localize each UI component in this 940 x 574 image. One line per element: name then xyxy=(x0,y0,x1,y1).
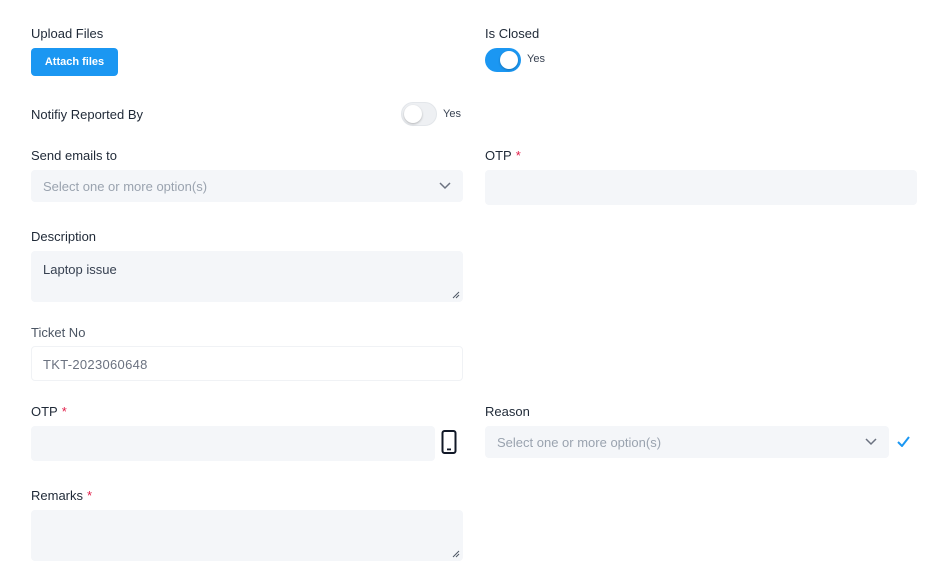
resize-handle-icon[interactable] xyxy=(452,291,460,299)
ticket-no-field: TKT-2023060648 xyxy=(31,346,463,381)
chevron-down-icon xyxy=(865,438,877,446)
remarks-label-row: Remarks * xyxy=(31,488,92,504)
send-emails-select[interactable]: Select one or more option(s) xyxy=(31,170,463,202)
chevron-down-icon xyxy=(439,182,451,190)
required-marker: * xyxy=(515,148,521,163)
notify-reported-by-label: Notifiy Reported By xyxy=(31,107,143,122)
remarks-textarea[interactable] xyxy=(31,510,463,561)
mobile-phone-icon[interactable] xyxy=(441,430,457,454)
notify-toggle-label: Yes xyxy=(443,108,461,120)
reason-select[interactable]: Select one or more option(s) xyxy=(485,426,889,458)
ticket-no-label: Ticket No xyxy=(31,325,86,340)
is-closed-label: Is Closed xyxy=(485,26,540,41)
otp-bottom-label-row: OTP * xyxy=(31,404,67,420)
toggle-knob xyxy=(404,105,422,123)
resize-handle-icon[interactable] xyxy=(452,550,460,558)
otp-bottom-input[interactable] xyxy=(31,426,435,461)
is-closed-toggle-label: Yes xyxy=(527,53,545,65)
send-emails-label: Send emails to xyxy=(31,148,117,163)
required-marker: * xyxy=(87,488,93,503)
reason-placeholder: Select one or more option(s) xyxy=(497,435,662,450)
otp-top-label-row: OTP * xyxy=(485,148,521,164)
description-textarea[interactable]: Laptop issue xyxy=(31,251,463,302)
toggle-knob xyxy=(500,51,518,69)
otp-bottom-label: OTP xyxy=(31,404,58,419)
remarks-label: Remarks xyxy=(31,488,84,503)
description-label: Description xyxy=(31,229,97,244)
otp-top-label: OTP xyxy=(485,148,512,163)
otp-top-input[interactable] xyxy=(485,170,917,205)
reason-label: Reason xyxy=(485,404,530,419)
send-emails-placeholder: Select one or more option(s) xyxy=(43,179,208,194)
attach-files-button[interactable]: Attach files xyxy=(31,48,118,76)
required-marker: * xyxy=(61,404,67,419)
upload-files-label: Upload Files xyxy=(31,26,104,41)
description-value: Laptop issue xyxy=(43,262,117,277)
checkmark-icon xyxy=(897,436,910,447)
notify-reported-by-toggle[interactable] xyxy=(401,102,437,126)
is-closed-toggle[interactable] xyxy=(485,48,521,72)
ticket-no-value: TKT-2023060648 xyxy=(43,357,148,372)
